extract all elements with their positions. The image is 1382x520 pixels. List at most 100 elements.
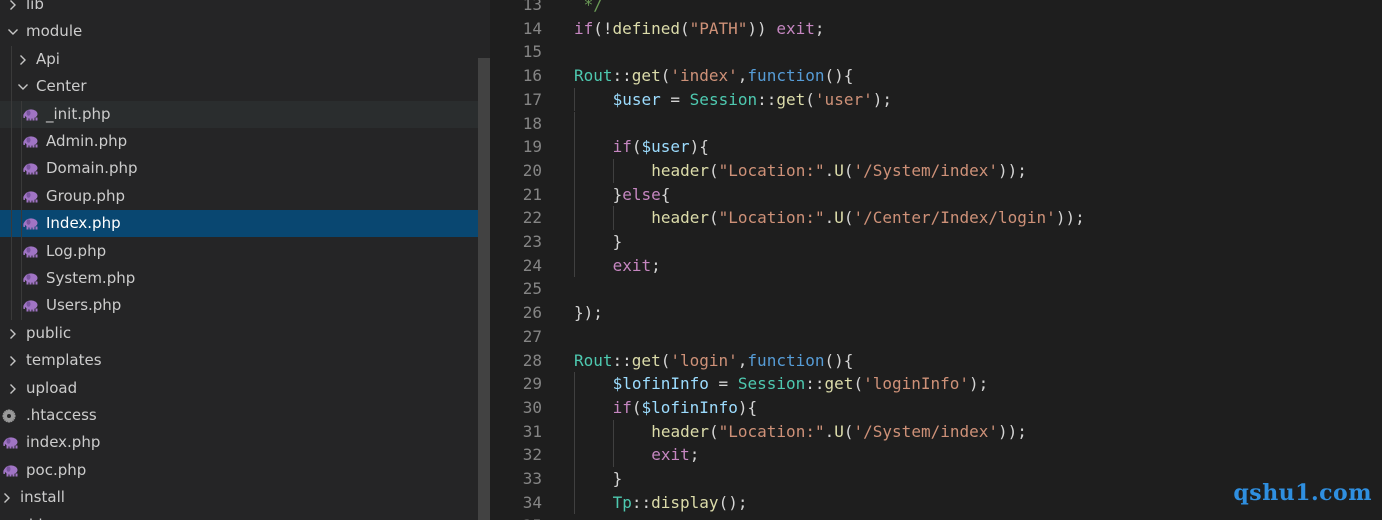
php-elephant-icon <box>2 457 20 484</box>
line-number: 17 <box>522 89 542 109</box>
line-number: 32 <box>522 445 542 465</box>
tree-folder[interactable]: public <box>0 320 478 347</box>
code-token: function <box>747 350 825 370</box>
code-token: defined <box>612 18 680 38</box>
explorer-scrollbar-thumb[interactable] <box>478 58 490 520</box>
code-line[interactable]: 15 <box>490 40 1382 64</box>
code-text: if($user){ <box>613 135 709 159</box>
code-editor[interactable]: 13 */14 if(!defined("PATH")) exit; 15 16 Rou… <box>490 0 1382 520</box>
tree-file[interactable]: Users.php <box>0 292 478 319</box>
code-text: Tp::display(); <box>613 491 748 515</box>
tree-item-label: install <box>20 488 65 507</box>
code-text: header("Location:".U('/Center/Index/logi… <box>651 206 1085 230</box>
indent-guide <box>574 490 575 515</box>
code-line[interactable]: 22 header("Location:".U('/Center/Index/lo… <box>490 206 1382 230</box>
code-token: function <box>747 66 825 86</box>
code-token: exit <box>612 255 652 275</box>
indent-guide <box>574 419 575 444</box>
code-line[interactable]: 26}); <box>490 301 1382 325</box>
tree-file[interactable]: Log.php <box>0 238 478 265</box>
tree-file[interactable]: poc.php <box>0 457 478 484</box>
chevron-right-icon[interactable] <box>6 347 20 374</box>
code-line[interactable]: 18 <box>490 111 1382 136</box>
code-text: if(!defined("PATH")) exit; <box>574 17 824 41</box>
code-token: ( <box>708 208 719 228</box>
php-elephant-icon <box>22 210 40 237</box>
tree-folder[interactable]: Center <box>0 73 478 100</box>
line-number: 26 <box>522 303 542 323</box>
code-token: 'index' <box>670 66 738 86</box>
code-line[interactable]: 14 if(!defined("PATH")) exit; <box>490 17 1382 41</box>
line-number: 18 <box>522 113 542 133</box>
code-token: . <box>824 421 835 441</box>
code-token: )); <box>998 160 1027 180</box>
code-token: ( <box>660 66 671 86</box>
code-line[interactable]: 16 Rout::get('index',function(){ <box>490 64 1382 88</box>
code-line[interactable]: 13 */ <box>490 0 1382 17</box>
tree-file[interactable]: Domain.php <box>0 155 478 182</box>
chevron-down-icon[interactable] <box>6 18 20 45</box>
line-number: 20 <box>522 160 542 180</box>
chevron-right-icon[interactable] <box>6 320 20 347</box>
line-number: 33 <box>522 469 542 488</box>
tree-folder[interactable]: templates <box>0 347 478 374</box>
tree-item-label: Domain.php <box>46 159 138 178</box>
tree-indent-guide <box>21 100 22 320</box>
tree-file[interactable]: Admin.php <box>0 128 478 155</box>
tree-item-label: index.php <box>26 433 101 452</box>
code-line[interactable]: 32 exit; <box>490 443 1382 467</box>
code-text: if($lofinInfo){ <box>613 396 758 420</box>
code-token: ( <box>708 160 719 180</box>
tree-folder[interactable]: vide <box>0 512 478 520</box>
tree-file[interactable]: Group.php <box>0 183 478 210</box>
chevron-right-icon[interactable] <box>0 512 14 520</box>
code-line[interactable]: 17 $user = Session::get('user'); <box>490 87 1382 112</box>
code-token: get <box>631 66 661 86</box>
tree-item-label: lib <box>26 0 44 13</box>
chevron-right-icon[interactable] <box>16 46 30 73</box>
code-line[interactable]: 35 <box>490 514 1382 520</box>
tree-file[interactable]: System.php <box>0 265 478 292</box>
code-line[interactable]: 19 if($user){ <box>490 135 1382 159</box>
tree-file[interactable]: index.php <box>0 429 478 456</box>
code-text: */ <box>574 0 603 17</box>
tree-file[interactable]: _init.php <box>0 100 478 128</box>
tree-folder[interactable]: Api <box>0 46 478 73</box>
code-token: ; <box>689 445 700 465</box>
tree-folder[interactable]: upload <box>0 375 478 402</box>
tree-folder[interactable]: install <box>0 484 478 511</box>
php-elephant-icon <box>22 155 40 182</box>
line-number: 13 <box>522 0 542 14</box>
code-token: get <box>631 350 661 370</box>
chevron-down-icon[interactable] <box>16 73 30 100</box>
tree-folder[interactable]: lib <box>0 0 478 18</box>
code-line[interactable]: 31 header("Location:".U('/System/index'))… <box>490 419 1382 444</box>
code-line[interactable]: 28 Rout::get('login',function(){ <box>490 349 1382 373</box>
tree-folder[interactable]: module <box>0 18 478 45</box>
chevron-right-icon[interactable] <box>6 0 20 18</box>
code-line[interactable]: 29 $lofinInfo = Session::get('loginInfo')… <box>490 372 1382 396</box>
tree-file[interactable]: .htaccess <box>0 402 478 429</box>
line-number: 27 <box>522 326 542 346</box>
chevron-right-icon[interactable] <box>0 484 14 511</box>
tree-file[interactable]: Index.php <box>0 210 478 238</box>
code-line[interactable]: 27 <box>490 325 1382 349</box>
code-line[interactable]: 20 header("Location:".U('/System/index'))… <box>490 158 1382 183</box>
line-number: 22 <box>522 208 542 228</box>
code-line[interactable]: 30 if($lofinInfo){ <box>490 395 1382 420</box>
chevron-right-icon[interactable] <box>6 375 20 402</box>
tree-item-label: module <box>26 22 83 41</box>
code-token: U <box>834 160 844 180</box>
code-token: (); <box>718 492 748 512</box>
code-line[interactable]: 21}else{ <box>490 182 1382 207</box>
code-line[interactable]: 23} <box>490 230 1382 254</box>
line-number: 14 <box>522 18 542 38</box>
code-token: Rout <box>574 350 613 370</box>
indent-guide <box>574 206 575 230</box>
line-number: 29 <box>522 374 542 394</box>
code-line[interactable]: 24 exit; <box>490 253 1382 278</box>
code-token: ( <box>708 421 719 441</box>
code-line[interactable]: 25 <box>490 277 1382 301</box>
code-token: ( <box>660 350 671 370</box>
code-token: )); <box>998 421 1027 441</box>
